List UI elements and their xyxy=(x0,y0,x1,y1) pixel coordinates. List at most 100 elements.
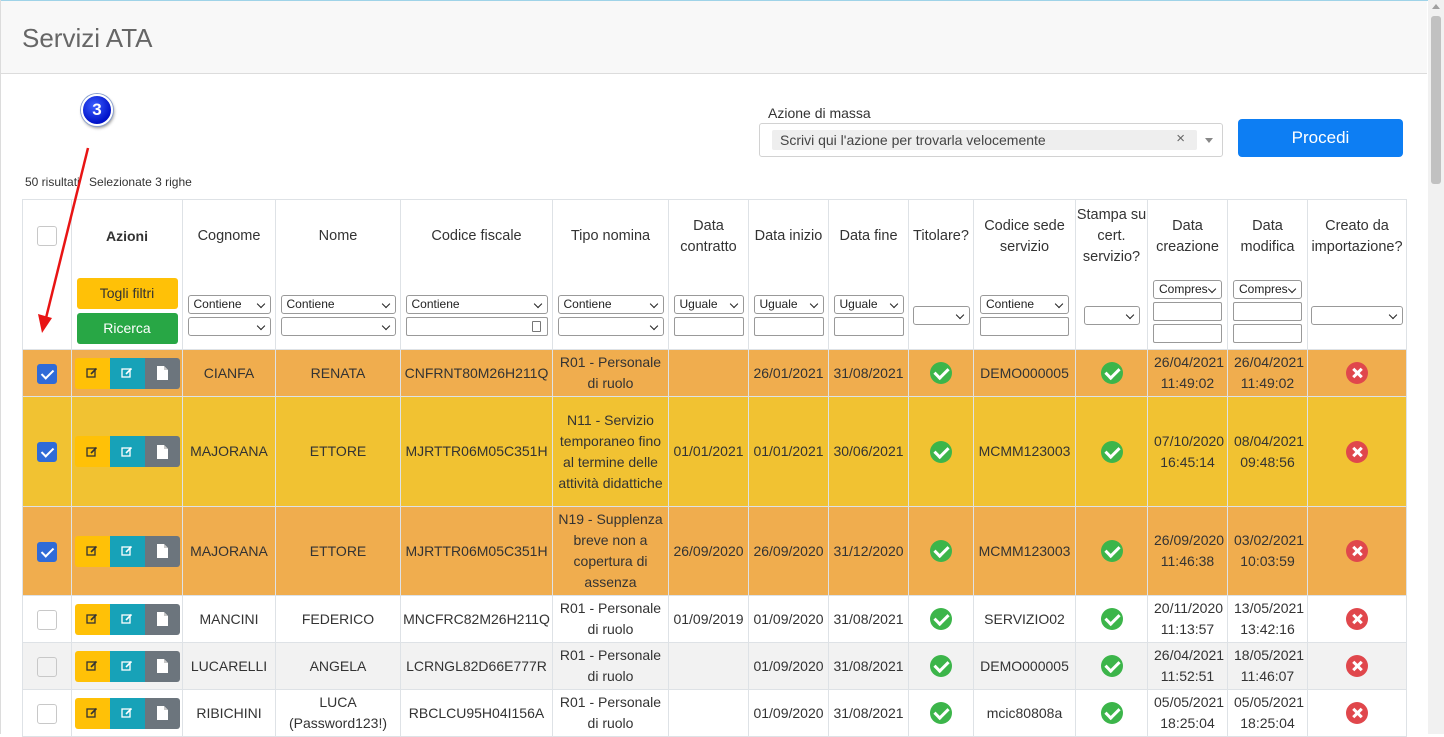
cell-stampa xyxy=(1075,349,1148,397)
edit-details-icon[interactable] xyxy=(109,357,145,389)
row-select-cell xyxy=(22,506,72,596)
fine-filter-input[interactable] xyxy=(833,317,904,337)
cell-data-creazione: 07/10/2020 16:45:14 xyxy=(1147,396,1228,507)
creazione-filter-mode[interactable]: Compres xyxy=(1153,279,1222,299)
cell-data-contratto: 01/09/2019 xyxy=(668,595,749,643)
document-icon[interactable] xyxy=(144,697,180,729)
cell-codice-sede: SERVIZIO02 xyxy=(973,595,1076,643)
filter-mode-text: Uguale xyxy=(839,297,878,312)
header-data-contratto[interactable]: Data contratto xyxy=(668,199,749,274)
header-stampa[interactable]: Stampa su cert. servizio? xyxy=(1075,199,1148,274)
cf-filter-input[interactable] xyxy=(405,317,548,337)
fine-filter-mode[interactable]: Uguale xyxy=(833,295,904,315)
check-circle-icon xyxy=(1100,440,1123,463)
edit-icon[interactable] xyxy=(74,650,110,682)
row-checkbox[interactable] xyxy=(37,363,57,384)
cell-data-inizio: 01/09/2020 xyxy=(748,642,829,690)
row-checkbox[interactable] xyxy=(37,703,57,724)
modifica-filter-from[interactable] xyxy=(1233,301,1302,321)
edit-details-icon[interactable] xyxy=(109,697,145,729)
cell-data-creazione: 26/04/2021 11:52:51 xyxy=(1147,642,1228,690)
filter-data-inizio: Uguale xyxy=(748,273,829,350)
ricerca-button[interactable]: Ricerca xyxy=(76,313,178,345)
inizio-filter-mode[interactable]: Uguale xyxy=(753,295,824,315)
cognome-filter-mode[interactable]: Contiene xyxy=(187,295,271,315)
cell-data-inizio: 01/01/2021 xyxy=(748,396,829,507)
row-checkbox[interactable] xyxy=(37,656,57,677)
sede-filter-input[interactable] xyxy=(980,317,1069,337)
edit-icon[interactable] xyxy=(74,357,110,389)
edit-details-icon[interactable] xyxy=(109,603,145,635)
importazione-filter-select[interactable] xyxy=(1311,306,1403,326)
cognome-filter-value[interactable] xyxy=(187,317,271,337)
select-all-checkbox[interactable] xyxy=(37,226,57,247)
check-circle-icon xyxy=(1100,362,1123,385)
modifica-filter-to[interactable] xyxy=(1233,323,1302,343)
document-icon[interactable] xyxy=(144,436,180,467)
header-data-inizio[interactable]: Data inizio xyxy=(748,199,829,274)
header-data-creazione[interactable]: Data creazione xyxy=(1147,199,1228,274)
cf-filter-mode[interactable]: Contiene xyxy=(405,295,548,315)
cell-data-inizio: 01/09/2020 xyxy=(748,595,829,643)
cell-data-fine: 31/12/2020 xyxy=(828,506,909,596)
edit-details-icon[interactable] xyxy=(109,650,145,682)
header-azioni: Azioni xyxy=(71,199,183,274)
edit-icon[interactable] xyxy=(74,603,110,635)
document-icon[interactable] xyxy=(144,357,180,389)
table-row[interactable]: MAJORANA ETTORE MJRTTR06M05C351H N11 - Serv… xyxy=(22,396,1407,507)
document-icon[interactable] xyxy=(144,603,180,635)
tipo-filter-mode[interactable]: Contiene xyxy=(557,295,664,315)
document-icon[interactable] xyxy=(144,650,180,682)
cell-tipo-nomina: R01 - Personale di ruolo xyxy=(552,642,669,690)
table-row[interactable]: LUCARELLI ANGELA LCRNGL82D66E777R R01 - Per… xyxy=(22,642,1407,690)
header-titolare[interactable]: Titolare? xyxy=(908,199,974,274)
edit-icon[interactable] xyxy=(74,535,110,567)
cell-creato-importazione xyxy=(1307,642,1407,690)
nome-filter-value[interactable] xyxy=(280,317,396,337)
step-number-badge: 3 xyxy=(81,94,113,126)
results-count: 50 risultati xyxy=(25,175,80,189)
chevron-down-icon[interactable] xyxy=(1205,138,1213,143)
scroll-up-arrow-icon[interactable] xyxy=(1432,4,1440,9)
table-row[interactable]: MAJORANA ETTORE MJRTTR06M05C351H N19 - Supp… xyxy=(22,506,1407,596)
document-icon[interactable] xyxy=(144,535,180,567)
titolare-filter-select[interactable] xyxy=(912,306,970,326)
header-tipo-nomina[interactable]: Tipo nomina xyxy=(552,199,669,274)
table-row[interactable]: CIANFA RENATA CNFRNT80M26H211Q R01 - Person… xyxy=(22,349,1407,397)
creazione-filter-to[interactable] xyxy=(1153,323,1222,343)
edit-icon[interactable] xyxy=(74,436,110,467)
mass-action-select[interactable]: Scrivi qui l'azione per trovarla velocem… xyxy=(759,123,1223,157)
nome-filter-mode[interactable]: Contiene xyxy=(280,295,396,315)
mass-action-chip[interactable]: Scrivi qui l'azione per trovarla velocem… xyxy=(772,130,1197,150)
togli-filtri-button[interactable]: Togli filtri xyxy=(76,278,178,310)
modifica-filter-mode[interactable]: Compres xyxy=(1233,279,1302,299)
header-codice-fiscale[interactable]: Codice fiscale xyxy=(400,199,553,274)
row-checkbox[interactable] xyxy=(37,541,57,562)
contratto-filter-input[interactable] xyxy=(673,317,744,337)
row-checkbox[interactable] xyxy=(37,609,57,630)
creazione-filter-from[interactable] xyxy=(1153,301,1222,321)
scrollbar-thumb[interactable] xyxy=(1431,16,1441,184)
row-checkbox[interactable] xyxy=(37,442,57,463)
header-cognome[interactable]: Cognome xyxy=(182,199,276,274)
inizio-filter-input[interactable] xyxy=(753,317,824,337)
filter-titolare xyxy=(908,273,974,350)
header-codice-sede[interactable]: Codice sede servizio xyxy=(973,199,1076,274)
edit-icon[interactable] xyxy=(74,697,110,729)
stampa-filter-select[interactable] xyxy=(1083,306,1140,326)
header-nome[interactable]: Nome xyxy=(275,199,401,274)
edit-details-icon[interactable] xyxy=(109,436,145,467)
cell-creato-importazione xyxy=(1307,349,1407,397)
header-data-modifica[interactable]: Data modifica xyxy=(1227,199,1308,274)
table-row[interactable]: RIBICHINI LUCA (Password123!) RBCLCU95H04I… xyxy=(22,689,1407,737)
table-row[interactable]: MANCINI FEDERICO MNCFRC82M26H211Q R01 - Per… xyxy=(22,595,1407,643)
edit-details-icon[interactable] xyxy=(109,535,145,567)
tipo-filter-value[interactable] xyxy=(557,317,664,337)
header-creato-importazione[interactable]: Creato da importazione? xyxy=(1307,199,1407,274)
sede-filter-mode[interactable]: Contiene xyxy=(980,295,1069,315)
procedi-button[interactable]: Procedi xyxy=(1238,119,1403,157)
contratto-filter-mode[interactable]: Uguale xyxy=(673,295,744,315)
filter-row: Togli filtri Ricerca Contiene Contiene C… xyxy=(22,273,1407,350)
header-data-fine[interactable]: Data fine xyxy=(828,199,909,274)
clear-icon[interactable]: × xyxy=(1176,131,1185,147)
